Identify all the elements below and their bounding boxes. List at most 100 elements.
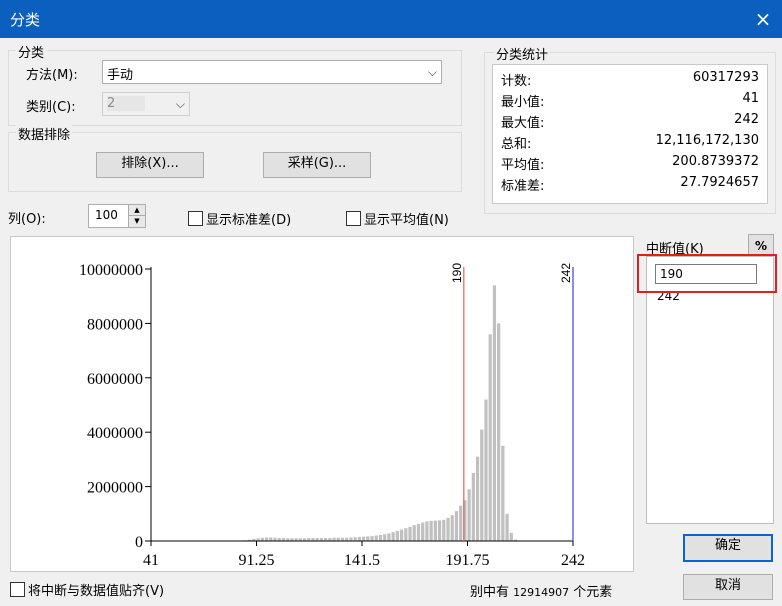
classes-label: 类别(C): (26, 100, 76, 115)
histogram-bar (357, 536, 361, 541)
close-icon[interactable]: × (744, 0, 782, 38)
stat-count: 计数: 60317293 (501, 70, 759, 90)
histogram-bar (488, 334, 492, 541)
stat-stddev: 标准差: 27.7924657 (501, 175, 759, 195)
exclusion-group (8, 132, 462, 192)
statistics-group-title: 分类统计 (494, 44, 551, 63)
spin-up-icon[interactable]: ▲ (128, 205, 145, 216)
x-tick-label: 91.25 (239, 552, 275, 569)
stat-min-value: 41 (742, 91, 759, 106)
element-count-prefix: 别中有 (470, 585, 510, 600)
highlight-box (637, 254, 777, 293)
classification-group-title: 分类 (16, 42, 47, 61)
snap-breaks-label[interactable]: 将中断与数据值贴齐(V) (28, 580, 164, 599)
classes-select[interactable]: 2 ⌵ (102, 92, 190, 116)
histogram-bar (349, 537, 353, 541)
histogram-bar (433, 520, 437, 541)
histogram-bar (425, 521, 429, 541)
histogram-bar (442, 519, 446, 541)
histogram-bar (387, 533, 391, 541)
histogram-bar (269, 537, 273, 541)
exclusion-group-title: 数据排除 (16, 124, 73, 143)
histogram-bar (391, 532, 395, 541)
element-count-suffix: 个元素 (573, 585, 613, 600)
stat-sum: 总和: 12,116,172,130 (501, 133, 759, 153)
stat-count-label: 计数: (501, 74, 532, 89)
histogram-bar (404, 528, 408, 541)
histogram-bar (378, 535, 383, 541)
breaks-list: 190 242 (646, 256, 774, 524)
y-tick-label: 0 (135, 534, 143, 551)
histogram-chart[interactable]: 0 2000000 4000000 6000000 8000000 10000000 41 9… (11, 237, 633, 571)
stat-max: 最大值: 242 (501, 112, 759, 132)
histogram-bar (429, 520, 433, 541)
histogram-bar (480, 429, 484, 541)
snap-breaks-checkbox[interactable] (10, 582, 25, 597)
stat-sum-label: 总和: (501, 137, 532, 152)
histogram-bar (264, 537, 269, 541)
y-tick-label: 6000000 (87, 371, 143, 388)
stat-max-label: 最大值: (501, 116, 545, 131)
histogram-bar (362, 536, 366, 541)
histogram-bar (370, 536, 374, 541)
histogram-bar (408, 526, 412, 541)
show-mean-checkbox[interactable] (346, 211, 361, 226)
histogram-bar (399, 529, 404, 541)
x-tick-label: 191.75 (446, 552, 490, 569)
stat-mean: 平均值: 200.8739372 (501, 154, 759, 174)
histogram-bar (509, 532, 513, 541)
histogram-bar (353, 537, 357, 541)
histogram-bar (412, 525, 416, 541)
ok-button[interactable]: 确定 (683, 534, 773, 562)
histogram-bar (374, 535, 378, 541)
histogram-bar (501, 445, 505, 541)
stat-mean-label: 平均值: (501, 158, 545, 173)
columns-stepper[interactable]: 100 ▲ ▼ (88, 204, 146, 228)
histogram-bar (416, 523, 421, 541)
histogram-bar (471, 473, 475, 541)
exclude-button[interactable]: 排除(X)... (96, 152, 204, 178)
cancel-button[interactable]: 取消 (683, 574, 773, 600)
stat-max-value: 242 (734, 112, 759, 127)
title-bar: 分类 × (0, 0, 782, 38)
break-line-label: 242 (559, 263, 573, 283)
x-tick-label: 242 (561, 552, 585, 569)
histogram-bar (505, 513, 509, 541)
chevron-down-icon: ⌵ (175, 97, 185, 111)
x-tick-label: 41 (143, 552, 159, 569)
histogram-bar (459, 505, 463, 541)
sampling-button[interactable]: 采样(G)... (263, 152, 371, 178)
y-tick-label: 8000000 (87, 316, 143, 333)
stat-min-label: 最小值: (501, 95, 545, 110)
histogram-bar (366, 536, 370, 541)
histogram-panel[interactable]: 0 2000000 4000000 6000000 8000000 10000000 41 9… (10, 236, 634, 572)
histogram-bar (492, 285, 497, 541)
columns-label: 列(O): (8, 212, 46, 227)
method-value: 手动 (107, 68, 134, 83)
histogram-bar (467, 489, 471, 541)
spin-down-icon[interactable]: ▼ (128, 216, 145, 227)
method-label: 方法(M): (26, 68, 78, 83)
stat-stddev-value: 27.7924657 (680, 175, 759, 190)
window-title: 分类 (10, 11, 41, 29)
classes-value: 2 (107, 96, 146, 111)
show-std-checkbox[interactable] (188, 211, 203, 226)
stat-sum-value: 12,116,172,130 (655, 133, 759, 148)
histogram-bar (497, 323, 501, 541)
stat-count-value: 60317293 (692, 70, 759, 85)
element-count-value: 12914907 (513, 586, 570, 599)
histogram-bar (446, 517, 450, 541)
histogram-bar (383, 534, 387, 541)
break-line-label: 190 (450, 263, 464, 283)
element-count: 别中有 12914907 个元素 (470, 581, 612, 600)
statistics-panel: 计数: 60317293 最小值: 41 最大值: 242 总和: 12,116… (492, 64, 768, 204)
show-mean-label[interactable]: 显示平均值(N) (364, 209, 449, 228)
method-select[interactable]: 手动 ⌵ (102, 60, 442, 84)
histogram-bar (395, 530, 399, 541)
histogram-bar (484, 399, 488, 541)
y-tick-label: 2000000 (87, 480, 143, 497)
show-std-label[interactable]: 显示标准差(D) (206, 209, 291, 228)
x-tick-label: 141.5 (344, 552, 380, 569)
y-tick-label: 10000000 (79, 262, 143, 279)
stat-stddev-label: 标准差: (501, 179, 545, 194)
